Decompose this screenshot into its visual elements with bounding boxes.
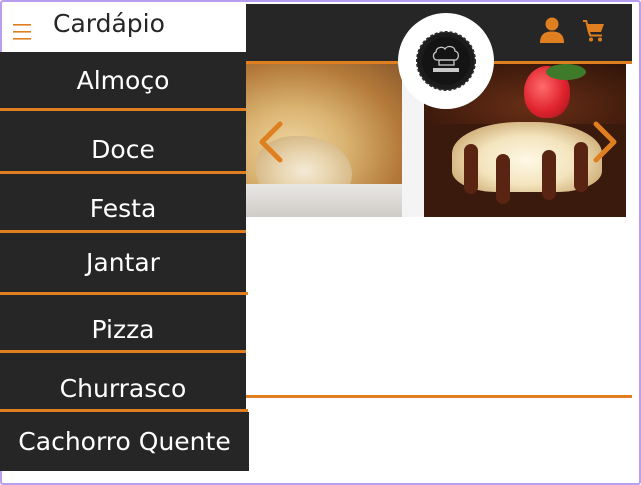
sidebar-item-festa[interactable]: Festa [0, 174, 246, 230]
sidebar-title: Cardápio [53, 9, 165, 38]
chef-hat-icon [416, 31, 476, 91]
user-icon[interactable] [540, 17, 564, 43]
sidebar-item-cachorro-quente[interactable]: Cachorro Quente [0, 412, 249, 471]
sidebar-item-doce[interactable]: Doce [0, 111, 246, 171]
sidebar-item-churrasco[interactable]: Churrasco [0, 353, 246, 409]
hamburger-menu-icon[interactable] [13, 23, 31, 40]
chevron-left-icon[interactable] [256, 120, 286, 164]
chevron-right-icon[interactable] [590, 120, 620, 164]
sidebar-item-jantar[interactable]: Jantar [0, 233, 246, 292]
restaurant-logo[interactable] [398, 13, 494, 109]
sidebar-item-pizza[interactable]: Pizza [0, 295, 246, 350]
sidebar-item-almoco[interactable]: Almoço [0, 52, 246, 108]
content-divider [246, 395, 632, 398]
cart-icon[interactable] [582, 18, 606, 42]
